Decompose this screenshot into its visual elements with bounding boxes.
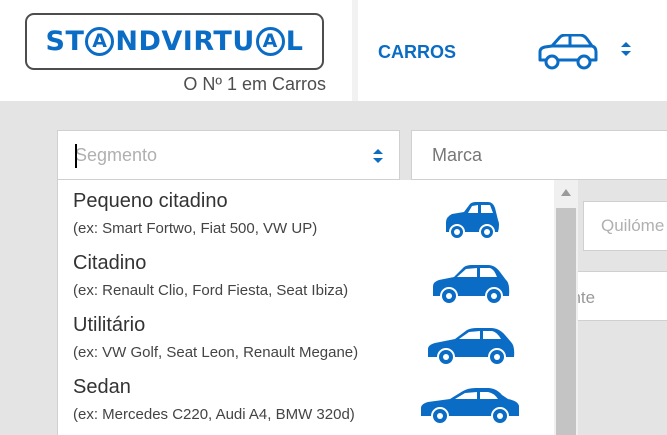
segment-option-citadino[interactable]: Citadino (ex: Renault Clio, Ford Fiesta,… [58,242,554,304]
small-city-car-icon [446,202,499,240]
quilometros-placeholder: Quilóme [601,216,665,235]
segment-dropdown[interactable]: Pequeno citadino (ex: Smart Fortwo, Fiat… [57,180,578,435]
text-cursor [75,144,77,168]
logo-wordmark: ST A NDVIRTU A L [45,26,304,57]
city-car-icon [433,265,510,304]
scrollbar-thumb[interactable] [556,208,576,435]
sort-arrows-icon[interactable] [620,40,632,58]
segment-option-title: Citadino [73,252,147,274]
logo-panel[interactable]: ST A NDVIRTU A L O Nº 1 em Carros [0,0,352,101]
vehicle-type-label[interactable]: CARROS [378,42,456,63]
hatchback-icon [428,328,515,366]
quilometros-field[interactable]: Quilóme [583,201,667,251]
segment-option-example: (ex: Smart Fortwo, Fiat 500, VW UP) [73,220,318,237]
top-header: ST A NDVIRTU A L O Nº 1 em Carros CARROS [0,0,667,101]
standvirtual-logo[interactable]: ST A NDVIRTU A L [25,13,324,70]
segment-option-example: (ex: VW Golf, Seat Leon, Renault Megane) [73,344,359,361]
select-arrows-icon[interactable] [372,147,384,165]
segmento-select[interactable] [57,130,400,180]
vehicle-type-selector[interactable]: CARROS [358,0,667,101]
scroll-up-arrow-icon[interactable] [561,188,571,196]
segment-option-example: (ex: Renault Clio, Ford Fiesta, Seat Ibi… [73,282,349,299]
marca-select[interactable]: Marca [411,130,667,180]
segment-option-title: Utilitário [73,314,146,336]
marca-value: Marca [432,145,483,165]
segment-option-utilitario[interactable]: Utilitário (ex: VW Golf, Seat Leon, Rena… [58,304,554,366]
logo-tagline: O Nº 1 em Carros [183,74,326,94]
segment-option-pequeno-citadino[interactable]: Pequeno citadino (ex: Smart Fortwo, Fiat… [58,180,554,242]
dropdown-scrollbar[interactable] [554,180,578,435]
segmento-input[interactable] [58,131,399,179]
segment-option-sedan[interactable]: Sedan (ex: Mercedes C220, Audi A4, BMW 3… [58,366,554,428]
segment-option-example: (ex: Mercedes C220, Audi A4, BMW 320d) [73,406,355,423]
segment-option-title: Sedan [73,376,131,398]
segment-option-title: Pequeno citadino [73,190,228,212]
car-icon[interactable] [536,34,598,70]
sedan-icon [421,388,519,425]
